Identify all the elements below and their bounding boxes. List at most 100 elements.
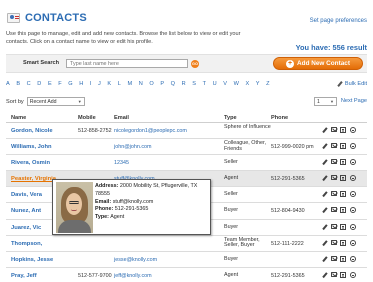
mail-icon[interactable] xyxy=(331,175,338,181)
edit-icon[interactable] xyxy=(322,175,328,181)
edit-icon[interactable] xyxy=(322,159,328,165)
delete-icon[interactable] xyxy=(349,207,356,214)
alpha-letter-n[interactable]: N xyxy=(139,81,143,87)
alpha-letter-g[interactable]: G xyxy=(68,81,72,87)
contact-email-link[interactable]: 12345 xyxy=(114,160,129,166)
search-go-button[interactable]: GO xyxy=(191,60,199,68)
column-header-mobile[interactable]: Mobile xyxy=(78,115,96,121)
mail-icon[interactable] xyxy=(331,127,338,132)
delete-icon[interactable] xyxy=(349,143,356,150)
mail-icon[interactable] xyxy=(331,223,338,229)
edit-icon[interactable] xyxy=(322,256,328,262)
note-icon[interactable] xyxy=(340,239,347,246)
edit-icon[interactable] xyxy=(322,207,328,213)
alpha-letter-y[interactable]: Y xyxy=(256,81,260,87)
sort-by-control: Sort by Recent Add ▼ xyxy=(6,97,85,106)
table-row: Hopkins, Jesse jesse@knolly.com Buyer xyxy=(6,252,367,268)
alpha-letter-s[interactable]: S xyxy=(192,81,196,87)
alpha-letter-h[interactable]: H xyxy=(79,81,83,87)
delete-icon[interactable] xyxy=(349,255,356,262)
column-header-type[interactable]: Type xyxy=(224,115,237,121)
delete-icon[interactable] xyxy=(349,271,356,278)
delete-icon[interactable] xyxy=(349,223,356,230)
contact-name-link[interactable]: Davis, Vera xyxy=(11,192,42,198)
add-new-contact-button[interactable]: + Add New Contact xyxy=(273,57,363,70)
alpha-letter-c[interactable]: C xyxy=(27,81,31,87)
edit-icon[interactable] xyxy=(322,191,328,197)
note-icon[interactable] xyxy=(340,223,347,230)
alpha-letter-b[interactable]: B xyxy=(16,81,20,87)
edit-icon[interactable] xyxy=(322,127,328,133)
contact-email-link[interactable]: jeff@knolly.com xyxy=(114,273,152,279)
delete-icon[interactable] xyxy=(349,191,356,198)
edit-icon[interactable] xyxy=(322,224,328,230)
mail-icon[interactable] xyxy=(331,255,338,261)
alpha-letter-x[interactable]: X xyxy=(245,81,249,87)
alpha-letter-k[interactable]: K xyxy=(107,81,111,87)
alpha-letter-m[interactable]: M xyxy=(127,81,132,87)
search-input[interactable] xyxy=(66,59,188,68)
mail-icon[interactable] xyxy=(331,207,338,213)
contact-name-link[interactable]: Nunez, Ant xyxy=(11,208,41,214)
note-icon[interactable] xyxy=(340,159,347,166)
mail-icon[interactable] xyxy=(331,159,338,165)
alpha-letter-t[interactable]: T xyxy=(203,81,206,87)
row-actions xyxy=(322,207,356,214)
alpha-letter-q[interactable]: Q xyxy=(171,81,175,87)
mail-icon[interactable] xyxy=(331,143,338,149)
page-preferences-link[interactable]: Set page preferences xyxy=(310,18,367,24)
note-icon[interactable] xyxy=(340,207,347,214)
edit-icon[interactable] xyxy=(322,272,328,278)
alpha-letter-a[interactable]: A xyxy=(6,81,10,87)
alpha-letter-r[interactable]: R xyxy=(182,81,186,87)
contact-name-link[interactable]: Hopkins, Jesse xyxy=(11,257,53,263)
page-select[interactable]: 1 ▼ xyxy=(314,97,337,106)
note-icon[interactable] xyxy=(340,127,347,133)
alpha-letter-v[interactable]: V xyxy=(223,81,227,87)
edit-icon[interactable] xyxy=(322,143,328,149)
alpha-letter-d[interactable]: D xyxy=(37,81,41,87)
delete-icon[interactable] xyxy=(349,127,356,133)
note-icon[interactable] xyxy=(340,255,347,262)
contact-email-link[interactable]: nicolegordon1@peoplepc.com xyxy=(114,128,187,134)
mail-icon[interactable] xyxy=(331,271,338,277)
sort-by-select[interactable]: Recent Add ▼ xyxy=(26,97,85,106)
alpha-letter-z[interactable]: Z xyxy=(266,81,269,87)
note-icon[interactable] xyxy=(340,191,347,198)
column-header-email[interactable]: Email xyxy=(114,115,129,121)
contact-name-link[interactable]: Pray, Jeff xyxy=(11,273,37,279)
alpha-letter-j[interactable]: J xyxy=(98,81,101,87)
alpha-letter-l[interactable]: L xyxy=(118,81,121,87)
contact-mobile: 512-577-9700 xyxy=(78,272,112,279)
column-header-name[interactable]: Name xyxy=(11,115,26,121)
alpha-letter-p[interactable]: P xyxy=(160,81,164,87)
bulk-edit-link[interactable]: Bulk Edit xyxy=(337,81,367,87)
note-icon[interactable] xyxy=(340,143,347,150)
contact-name-link[interactable]: Rivera, Osmin xyxy=(11,160,50,166)
delete-icon[interactable] xyxy=(349,239,356,246)
contact-email-link[interactable]: john@john.com xyxy=(114,144,152,150)
delete-icon[interactable] xyxy=(349,159,356,166)
alpha-letter-u[interactable]: U xyxy=(213,81,217,87)
edit-icon[interactable] xyxy=(322,240,328,246)
table-row: Gordon, Nicole 512-858-2752 nicolegordon… xyxy=(6,123,367,140)
alpha-letter-w[interactable]: W xyxy=(234,81,239,87)
alpha-letter-o[interactable]: O xyxy=(149,81,153,87)
contact-name-link[interactable]: Thompson, xyxy=(11,241,42,247)
next-page-link[interactable]: Next Page xyxy=(341,98,367,104)
add-new-contact-label: Add New Contact xyxy=(297,60,350,67)
mail-icon[interactable] xyxy=(331,239,338,245)
contact-name-link[interactable]: Gordon, Nicole xyxy=(11,128,53,134)
contact-email-link[interactable]: jesse@knolly.com xyxy=(114,257,157,263)
note-icon[interactable] xyxy=(340,175,347,182)
alpha-letter-i[interactable]: I xyxy=(90,81,92,87)
column-header-phone[interactable]: Phone xyxy=(271,115,288,121)
contact-name-link[interactable]: Peaster, Virginia xyxy=(11,176,56,182)
alpha-letter-e[interactable]: E xyxy=(48,81,52,87)
contact-name-link[interactable]: Williams, John xyxy=(11,144,52,150)
contact-name-link[interactable]: Juarez, Vic xyxy=(11,225,41,231)
note-icon[interactable] xyxy=(340,271,347,278)
alpha-letter-f[interactable]: F xyxy=(58,81,61,87)
mail-icon[interactable] xyxy=(331,191,338,197)
delete-icon[interactable] xyxy=(349,175,356,182)
